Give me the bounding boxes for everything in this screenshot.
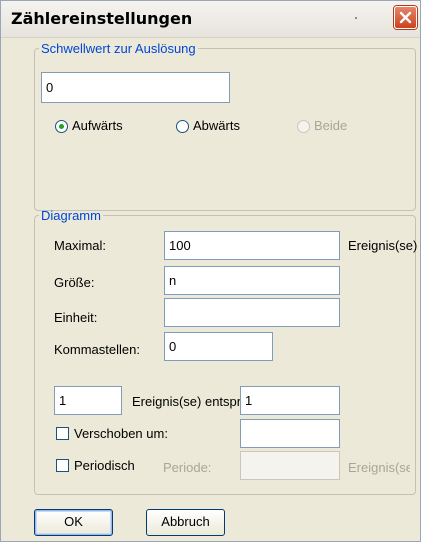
ratio-left-input[interactable]	[54, 386, 122, 415]
ratio-label: Ereignis(se) entsprechen	[132, 394, 240, 409]
periodic-checkbox-box[interactable]	[56, 459, 69, 472]
size-label: Größe:	[54, 275, 95, 290]
decimals-label: Kommastellen:	[54, 342, 140, 357]
radio-abwaerts-indicator[interactable]	[176, 120, 189, 133]
unit-label: Einheit:	[54, 310, 98, 325]
size-value-input[interactable]	[164, 266, 340, 295]
ratio-right-input[interactable]	[240, 386, 340, 415]
threshold-value-input[interactable]	[41, 72, 230, 103]
title-bar[interactable]: Zählereinstellungen	[1, 1, 420, 38]
title-dot	[355, 17, 357, 19]
period-label: Periode:	[163, 460, 212, 475]
close-button[interactable]	[394, 6, 417, 29]
diagram-group-title: Diagramm	[41, 208, 101, 223]
max-value-input[interactable]	[164, 231, 340, 260]
radio-beide-indicator	[297, 120, 310, 133]
radio-beide-label: Beide	[314, 118, 348, 133]
decimals-value-input[interactable]	[164, 332, 273, 361]
period-unit-label: Ereignis(se)	[348, 460, 410, 475]
ok-button[interactable]: OK	[34, 509, 113, 536]
radio-aufwaerts-indicator[interactable]	[55, 120, 68, 133]
radio-aufwaerts-label: Aufwärts	[72, 118, 123, 133]
shifted-checkbox-box[interactable]	[56, 427, 69, 440]
max-unit-label: Ereignis(se)	[348, 238, 418, 253]
radio-abwaerts-label: Abwärts	[193, 118, 240, 133]
shifted-label: Verschoben um:	[74, 426, 168, 441]
threshold-group-title: Schwellwert zur Auslösung	[41, 41, 196, 56]
window-title: Zählereinstellungen	[11, 9, 193, 28]
dialog-window: Zählereinstellungen Schwellwert zur Ausl…	[0, 0, 421, 542]
period-value-input	[240, 451, 340, 480]
periodic-label: Periodisch	[74, 458, 135, 473]
max-label: Maximal:	[54, 238, 107, 253]
cancel-button[interactable]: Abbruch	[146, 509, 225, 536]
unit-value-input[interactable]	[164, 298, 340, 327]
shifted-value-input[interactable]	[240, 419, 340, 448]
